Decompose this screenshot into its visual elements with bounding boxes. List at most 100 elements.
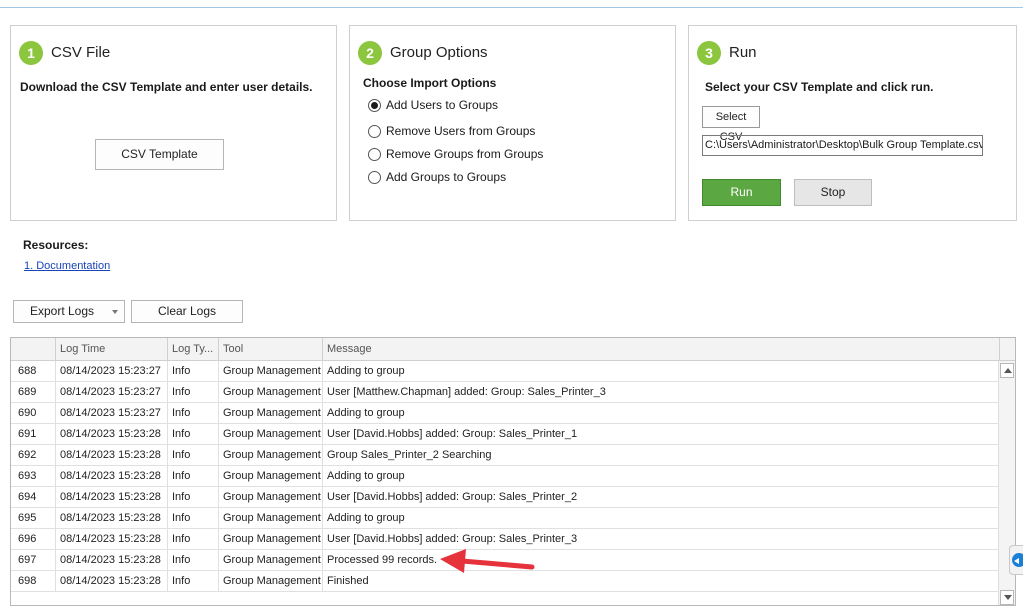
cell-index: 691 [11,424,56,445]
cell-log-type: Info [168,361,219,382]
cell-log-time: 08/14/2023 15:23:27 [56,361,168,382]
cell-tool: Group Management [219,445,323,466]
cell-log-time: 08/14/2023 15:23:27 [56,403,168,424]
radio-selected-icon[interactable] [368,98,381,112]
cell-index: 693 [11,466,56,487]
documentation-link[interactable]: 1. Documentation [24,260,110,272]
column-header-log-time[interactable]: Log Time [56,338,168,361]
cell-message: Processed 99 records. [323,550,1000,571]
cell-message: Adding to group [323,508,1000,529]
cell-index: 694 [11,487,56,508]
cell-tool: Group Management [219,550,323,571]
stop-button[interactable]: Stop [794,179,872,206]
csv-path-field[interactable]: C:\Users\Administrator\Desktop\Bulk Grou… [702,135,983,156]
column-header-index[interactable] [11,338,56,361]
cell-log-type: Info [168,550,219,571]
radio-label: Add Users to Groups [386,98,499,112]
run-button[interactable]: Run [702,179,781,206]
radio-label: Add Groups to Groups [386,170,507,184]
cell-message: Adding to group [323,466,1000,487]
side-panel-tab[interactable] [1009,545,1023,575]
column-header-message[interactable]: Message [323,338,1000,361]
collapse-arrow-icon [1012,553,1023,567]
cell-log-type: Info [168,508,219,529]
radio-add-groups-to-groups[interactable]: Add Groups to Groups [368,169,506,185]
cell-message: Adding to group [323,361,1000,382]
csv-template-button[interactable]: CSV Template [95,139,224,170]
cell-index: 697 [11,550,56,571]
step-2-badge: 2 [358,41,382,65]
export-logs-button[interactable]: Export Logs [13,300,125,323]
cell-index: 692 [11,445,56,466]
cell-message: User [David.Hobbs] added: Group: Sales_P… [323,424,1000,445]
cell-index: 696 [11,529,56,550]
cell-message: Adding to group [323,403,1000,424]
cell-index: 688 [11,361,56,382]
cell-index: 689 [11,382,56,403]
radio-unselected-icon[interactable] [368,170,381,184]
cell-tool: Group Management [219,508,323,529]
cell-log-time: 08/14/2023 15:23:27 [56,382,168,403]
radio-unselected-icon[interactable] [368,147,381,161]
table-row[interactable]: 688 08/14/2023 15:23:27 Info Group Manageme… [11,361,1000,382]
chevron-up-icon[interactable] [1000,363,1014,378]
radio-unselected-icon[interactable] [368,124,381,138]
cell-index: 695 [11,508,56,529]
cell-log-type: Info [168,529,219,550]
cell-log-time: 08/14/2023 15:23:28 [56,466,168,487]
table-row[interactable]: 694 08/14/2023 15:23:28 Info Group Manageme… [11,487,1000,508]
cell-tool: Group Management [219,571,323,592]
red-arrow-icon [440,549,535,573]
cell-message: Finished [323,571,1000,592]
cell-log-time: 08/14/2023 15:23:28 [56,508,168,529]
cell-tool: Group Management [219,361,323,382]
cell-tool: Group Management [219,466,323,487]
step-1-badge: 1 [19,41,43,65]
cell-log-type: Info [168,445,219,466]
table-row[interactable]: 693 08/14/2023 15:23:28 Info Group Manageme… [11,466,1000,487]
cell-log-type: Info [168,487,219,508]
chevron-down-icon[interactable] [1000,590,1014,605]
clear-logs-button[interactable]: Clear Logs [131,300,243,323]
cell-log-time: 08/14/2023 15:23:28 [56,571,168,592]
column-header-spacer [1000,338,1015,361]
column-header-tool[interactable]: Tool [219,338,323,361]
cell-log-time: 08/14/2023 15:23:28 [56,445,168,466]
select-csv-button[interactable]: Select CSV [702,106,760,143]
csv-file-description: Download the CSV Template and enter user… [20,80,313,94]
csv-file-title: CSV File [51,44,111,61]
import-options-heading: Choose Import Options [363,76,497,90]
table-row[interactable]: 692 08/14/2023 15:23:28 Info Group Manageme… [11,445,1000,466]
cell-index: 690 [11,403,56,424]
cell-log-time: 08/14/2023 15:23:28 [56,487,168,508]
step-3-badge: 3 [697,41,721,65]
radio-label: Remove Users from Groups [386,124,536,138]
column-header-log-type[interactable]: Log Ty... [168,338,219,361]
table-row[interactable]: 695 08/14/2023 15:23:28 Info Group Manageme… [11,508,1000,529]
cell-index: 698 [11,571,56,592]
cell-log-type: Info [168,403,219,424]
cell-tool: Group Management [219,487,323,508]
cell-log-type: Info [168,382,219,403]
group-options-title: Group Options [390,44,488,61]
cell-message: User [Matthew.Chapman] added: Group: Sal… [323,382,1000,403]
cell-tool: Group Management [219,382,323,403]
table-row[interactable]: 689 08/14/2023 15:23:27 Info Group Manageme… [11,382,1000,403]
radio-remove-groups-from-groups[interactable]: Remove Groups from Groups [368,146,543,162]
resources-label: Resources: [23,238,89,252]
radio-remove-users-from-groups[interactable]: Remove Users from Groups [368,123,535,139]
table-row[interactable]: 690 08/14/2023 15:23:27 Info Group Manageme… [11,403,1000,424]
table-row[interactable]: 691 08/14/2023 15:23:28 Info Group Manageme… [11,424,1000,445]
csv-file-panel: 1 CSV File Download the CSV Template and… [10,25,337,221]
caret-down-icon [112,310,118,314]
cell-log-time: 08/14/2023 15:23:28 [56,529,168,550]
cell-log-time: 08/14/2023 15:23:28 [56,550,168,571]
run-panel: 3 Run Select your CSV Template and click… [688,25,1017,221]
run-description: Select your CSV Template and click run. [705,80,934,94]
cell-tool: Group Management [219,403,323,424]
export-logs-label: Export Logs [29,304,95,318]
cell-message: User [David.Hobbs] added: Group: Sales_P… [323,529,1000,550]
cell-tool: Group Management [219,529,323,550]
window-top-border [0,0,1023,8]
radio-add-users-to-groups[interactable]: Add Users to Groups [368,97,498,113]
